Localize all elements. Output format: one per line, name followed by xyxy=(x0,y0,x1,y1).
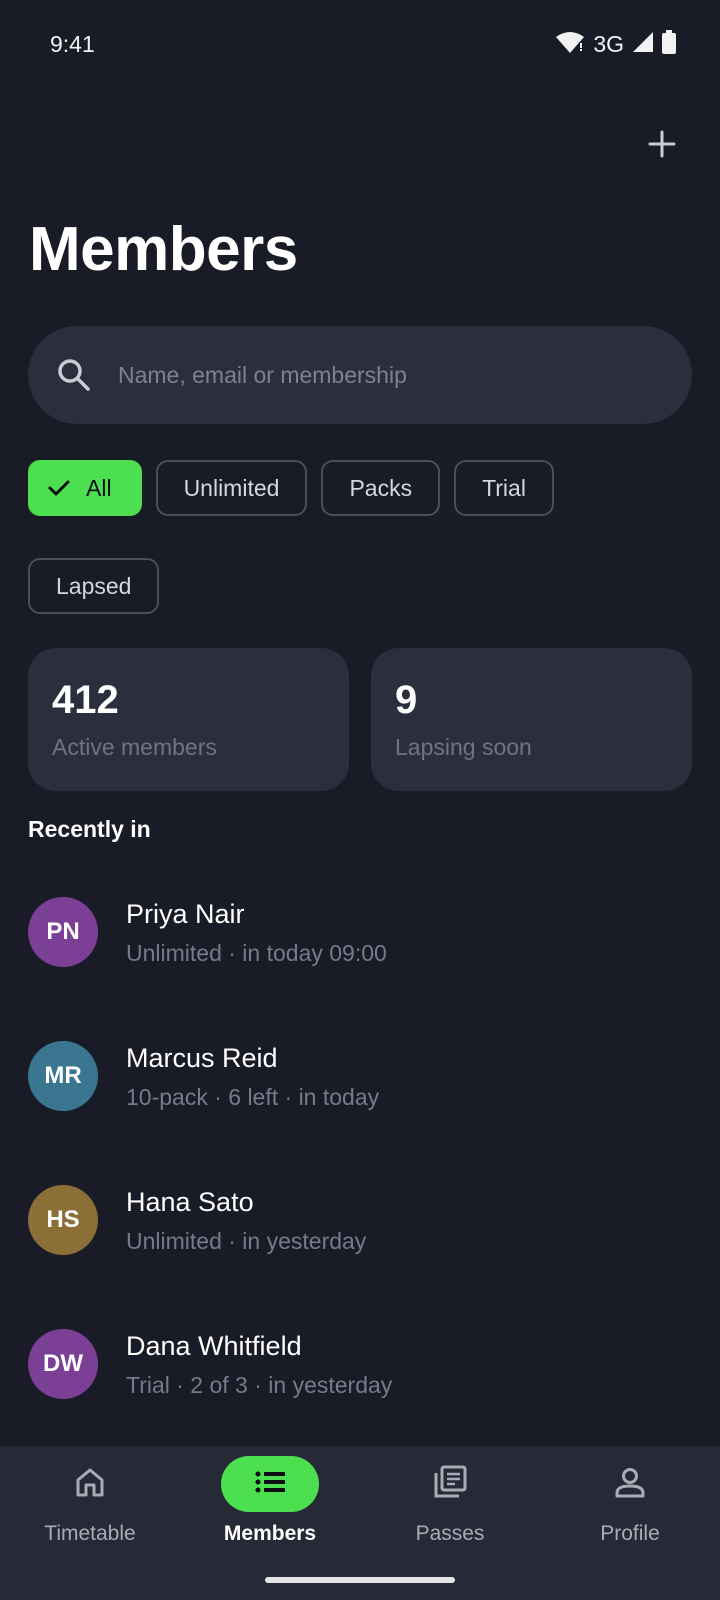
nav-item-timetable[interactable]: Timetable xyxy=(0,1446,180,1600)
stat-card-active[interactable]: 412 Active members xyxy=(28,648,349,791)
add-member-button[interactable] xyxy=(634,118,690,174)
list-item[interactable]: MR Marcus Reid 10-pack · 6 left · in tod… xyxy=(0,1004,720,1148)
section-title: Recently in xyxy=(28,816,151,842)
member-text: Marcus Reid 10-pack · 6 left · in today xyxy=(126,1042,379,1111)
member-detail: Unlimited · in yesterday xyxy=(126,1227,367,1254)
stat-value: 412 xyxy=(52,678,119,722)
chip-label: Trial xyxy=(482,474,526,501)
member-text: Hana Sato Unlimited · in yesterday xyxy=(126,1186,366,1255)
person-icon xyxy=(613,1465,647,1504)
avatar: DW xyxy=(28,1329,98,1399)
check-icon xyxy=(46,475,72,501)
list-item[interactable]: HS Hana Sato Unlimited · in yesterday xyxy=(0,1148,720,1292)
nav-icon-container xyxy=(401,1456,499,1512)
chip-label: Lapsed xyxy=(56,572,132,599)
search-icon xyxy=(54,355,94,395)
avatar-initials: MR xyxy=(44,1062,82,1089)
nav-label: Passes xyxy=(415,1522,485,1545)
filter-chip-unlimited[interactable]: Unlimited xyxy=(155,460,308,516)
chip-row: Lapsed xyxy=(28,558,692,614)
chip-row: All Unlimited Packs Trial xyxy=(28,460,692,516)
home-icon xyxy=(73,1465,107,1504)
member-detail: 10-pack · 6 left · in today xyxy=(126,1083,380,1110)
status-bar: 9:41 3G xyxy=(0,0,720,88)
plus-icon xyxy=(647,129,677,164)
nav-item-profile[interactable]: Profile xyxy=(540,1446,720,1600)
avatar: PN xyxy=(28,897,98,967)
library-icon xyxy=(432,1464,468,1505)
stat-label: Lapsing soon xyxy=(395,734,532,760)
member-detail: Unlimited · in today 09:00 xyxy=(126,939,387,966)
page-title: Members xyxy=(29,215,298,284)
status-time: 9:41 xyxy=(50,30,95,57)
member-name: Marcus Reid xyxy=(126,1042,278,1073)
avatar-initials: HS xyxy=(46,1206,80,1233)
signal-icon xyxy=(632,31,654,58)
member-name: Hana Sato xyxy=(126,1186,254,1217)
search-input[interactable] xyxy=(118,345,692,405)
member-list: PN Priya Nair Unlimited · in today 09:00… xyxy=(0,860,720,1436)
member-text: Dana Whitfield Trial · 2 of 3 · in yeste… xyxy=(126,1330,392,1399)
member-name: Priya Nair xyxy=(126,898,245,929)
member-detail: Trial · 2 of 3 · in yesterday xyxy=(126,1371,393,1398)
stat-value: 9 xyxy=(395,678,418,722)
avatar-initials: PN xyxy=(46,918,80,945)
wifi-icon xyxy=(555,30,585,59)
filter-chip-packs[interactable]: Packs xyxy=(321,460,441,516)
status-icons: 3G xyxy=(555,29,676,59)
filter-chip-trial[interactable]: Trial xyxy=(454,460,554,516)
search-bar[interactable] xyxy=(28,326,692,424)
filter-chip-all[interactable]: All xyxy=(28,460,142,516)
avatar: MR xyxy=(28,1041,98,1111)
battery-icon xyxy=(662,29,676,59)
network-type: 3G xyxy=(593,30,624,57)
avatar: HS xyxy=(28,1185,98,1255)
stats-row: 412 Active members 9 Lapsing soon xyxy=(28,648,692,791)
nav-label: Profile xyxy=(600,1522,660,1545)
nav-icon-container xyxy=(581,1456,679,1512)
nav-label: Members xyxy=(223,1522,317,1545)
list-item[interactable]: PN Priya Nair Unlimited · in today 09:00 xyxy=(0,860,720,1004)
list-icon xyxy=(253,1465,287,1504)
member-text: Priya Nair Unlimited · in today 09:00 xyxy=(126,898,387,967)
nav-label: Timetable xyxy=(44,1522,136,1545)
stat-card-lapsing[interactable]: 9 Lapsing soon xyxy=(371,648,692,791)
list-item[interactable]: DW Dana Whitfield Trial · 2 of 3 · in ye… xyxy=(0,1292,720,1436)
filter-chip-lapsed[interactable]: Lapsed xyxy=(28,558,160,614)
nav-icon-container xyxy=(221,1456,319,1512)
chip-label: All xyxy=(86,474,112,501)
avatar-initials: DW xyxy=(43,1350,83,1377)
chip-label: Unlimited xyxy=(183,474,280,501)
home-indicator[interactable] xyxy=(265,1577,455,1583)
member-name: Dana Whitfield xyxy=(126,1330,302,1361)
nav-icon-container xyxy=(41,1456,139,1512)
filter-chips: All Unlimited Packs Trial Lapsed xyxy=(28,460,692,656)
stat-label: Active members xyxy=(52,734,217,760)
chip-label: Packs xyxy=(349,474,413,501)
